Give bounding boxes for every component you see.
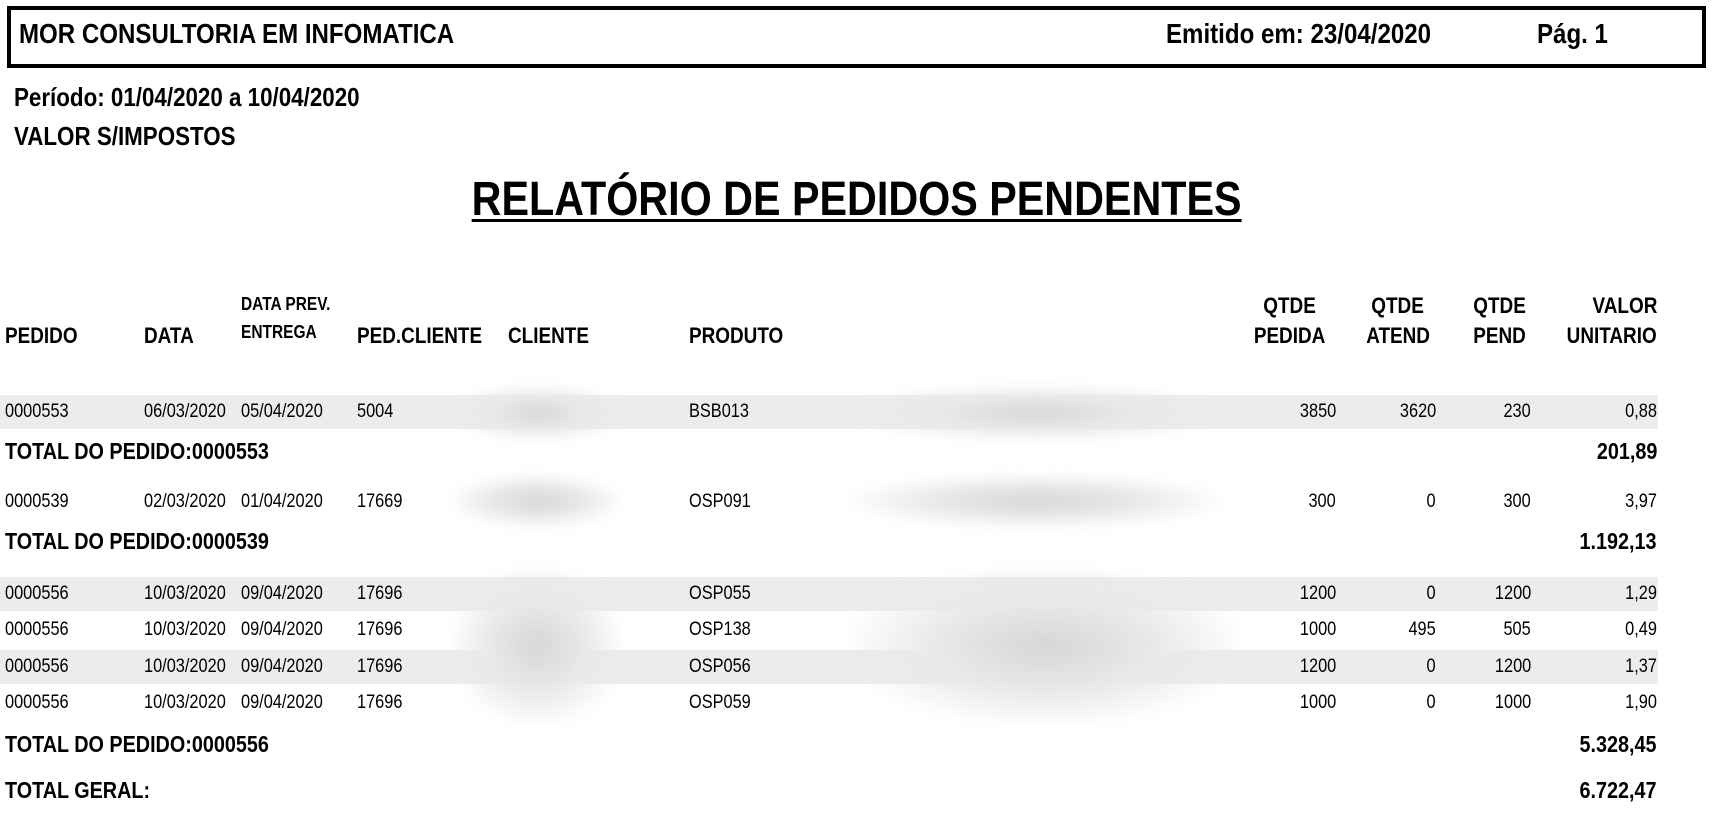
order-total-label: TOTAL DO PEDIDO:0000539 bbox=[5, 528, 269, 554]
company-name: MOR CONSULTORIA EM INFOMATICA bbox=[19, 18, 455, 49]
cell-ped-cliente: 17696 bbox=[357, 583, 403, 604]
cell-data: 10/03/2020 bbox=[144, 692, 226, 713]
cell-ped-cliente: 17696 bbox=[357, 692, 403, 713]
cell-qtde-atend: 0 bbox=[1426, 692, 1436, 713]
cell-qtde-pedida: 3850 bbox=[1299, 401, 1336, 422]
cell-produto: OSP059 bbox=[689, 692, 751, 713]
cell-qtde-pend: 1200 bbox=[1494, 583, 1531, 604]
cell-ped-cliente: 17669 bbox=[357, 491, 403, 512]
cell-produto: OSP056 bbox=[689, 656, 751, 677]
cell-qtde-pend: 505 bbox=[1503, 619, 1531, 640]
cell-qtde-atend: 0 bbox=[1426, 583, 1436, 604]
grand-total-label: TOTAL GERAL: bbox=[5, 777, 151, 803]
redacted-description bbox=[850, 567, 1240, 725]
cell-data: 10/03/2020 bbox=[144, 656, 226, 677]
order-total-value: 201,89 bbox=[1596, 438, 1657, 464]
cell-pedido: 0000539 bbox=[5, 491, 69, 512]
cell-qtde-atend: 3620 bbox=[1399, 401, 1436, 422]
cell-valor: 0,88 bbox=[1625, 401, 1657, 422]
col-header-valor-1: VALOR bbox=[1592, 293, 1657, 318]
page-number: Pág. 1 bbox=[1537, 18, 1608, 49]
col-header-pedido: PEDIDO bbox=[5, 323, 78, 348]
cell-qtde-pedida: 1200 bbox=[1299, 583, 1336, 604]
cell-qtde-pedida: 1200 bbox=[1299, 656, 1336, 677]
cell-produto: OSP091 bbox=[689, 491, 751, 512]
col-header-qtde-pedida-2: PEDIDA bbox=[1254, 323, 1326, 348]
cell-qtde-atend: 0 bbox=[1426, 491, 1436, 512]
redacted-description bbox=[850, 385, 1220, 441]
redacted-client bbox=[452, 567, 622, 725]
grand-total-value: 6.722,47 bbox=[1580, 777, 1657, 803]
col-header-qtde-atend-2: ATEND bbox=[1366, 323, 1430, 348]
cell-valor: 3,97 bbox=[1625, 491, 1657, 512]
cell-ped-cliente: 17696 bbox=[357, 656, 403, 677]
cell-pedido: 0000556 bbox=[5, 619, 69, 640]
col-header-data: DATA bbox=[144, 323, 194, 348]
cell-ped-cliente: 17696 bbox=[357, 619, 403, 640]
cell-pedido: 0000553 bbox=[5, 401, 69, 422]
col-header-ped-cliente: PED.CLIENTE bbox=[357, 323, 483, 348]
cell-entrega: 01/04/2020 bbox=[241, 491, 323, 512]
cell-valor: 1,29 bbox=[1625, 583, 1657, 604]
cell-data: 10/03/2020 bbox=[144, 583, 226, 604]
cell-qtde-pend: 1200 bbox=[1494, 656, 1531, 677]
report-period: Período: 01/04/2020 a 10/04/2020 bbox=[14, 82, 360, 112]
issued-date: Emitido em: 23/04/2020 bbox=[1166, 18, 1432, 49]
cell-produto: OSP055 bbox=[689, 583, 751, 604]
cell-data: 02/03/2020 bbox=[144, 491, 226, 512]
col-header-qtde-pedida-1: QTDE bbox=[1263, 293, 1317, 318]
cell-qtde-atend: 0 bbox=[1426, 656, 1436, 677]
cell-data: 10/03/2020 bbox=[144, 619, 226, 640]
order-total-label: TOTAL DO PEDIDO:0000553 bbox=[5, 438, 269, 464]
cell-data: 06/03/2020 bbox=[144, 401, 226, 422]
cell-pedido: 0000556 bbox=[5, 583, 69, 604]
cell-ped-cliente: 5004 bbox=[357, 401, 394, 422]
cell-qtde-pedida: 1000 bbox=[1299, 692, 1336, 713]
cell-entrega: 09/04/2020 bbox=[241, 692, 323, 713]
col-header-produto: PRODUTO bbox=[689, 323, 784, 348]
cell-valor: 0,49 bbox=[1625, 619, 1657, 640]
cell-produto: OSP138 bbox=[689, 619, 751, 640]
cell-qtde-pend: 1000 bbox=[1494, 692, 1531, 713]
cell-entrega: 09/04/2020 bbox=[241, 619, 323, 640]
redacted-client bbox=[452, 385, 622, 441]
cell-valor: 1,37 bbox=[1625, 656, 1657, 677]
col-header-data-prev-1: DATA PREV. bbox=[241, 294, 331, 314]
col-header-data-prev-2: ENTREGA bbox=[241, 322, 317, 342]
col-header-cliente: CLIENTE bbox=[508, 323, 589, 348]
cell-entrega: 09/04/2020 bbox=[241, 583, 323, 604]
redacted-client bbox=[452, 474, 622, 528]
cell-qtde-pedida: 1000 bbox=[1299, 619, 1336, 640]
value-note: VALOR S/IMPOSTOS bbox=[14, 121, 236, 151]
report-title: RELATÓRIO DE PEDIDOS PENDENTES bbox=[471, 173, 1242, 226]
order-total-value: 5.328,45 bbox=[1580, 731, 1657, 757]
cell-valor: 1,90 bbox=[1625, 692, 1657, 713]
col-header-qtde-atend-1: QTDE bbox=[1371, 293, 1425, 318]
cell-produto: BSB013 bbox=[689, 401, 749, 422]
order-total-value: 1.192,13 bbox=[1580, 528, 1657, 554]
col-header-valor-2: UNITARIO bbox=[1566, 323, 1657, 348]
cell-entrega: 05/04/2020 bbox=[241, 401, 323, 422]
cell-pedido: 0000556 bbox=[5, 692, 69, 713]
redacted-description bbox=[850, 474, 1220, 528]
order-total-label: TOTAL DO PEDIDO:0000556 bbox=[5, 731, 269, 757]
cell-pedido: 0000556 bbox=[5, 656, 69, 677]
cell-entrega: 09/04/2020 bbox=[241, 656, 323, 677]
cell-qtde-pend: 300 bbox=[1503, 491, 1531, 512]
cell-qtde-pend: 230 bbox=[1503, 401, 1531, 422]
cell-qtde-atend: 495 bbox=[1408, 619, 1436, 640]
cell-qtde-pedida: 300 bbox=[1308, 491, 1336, 512]
